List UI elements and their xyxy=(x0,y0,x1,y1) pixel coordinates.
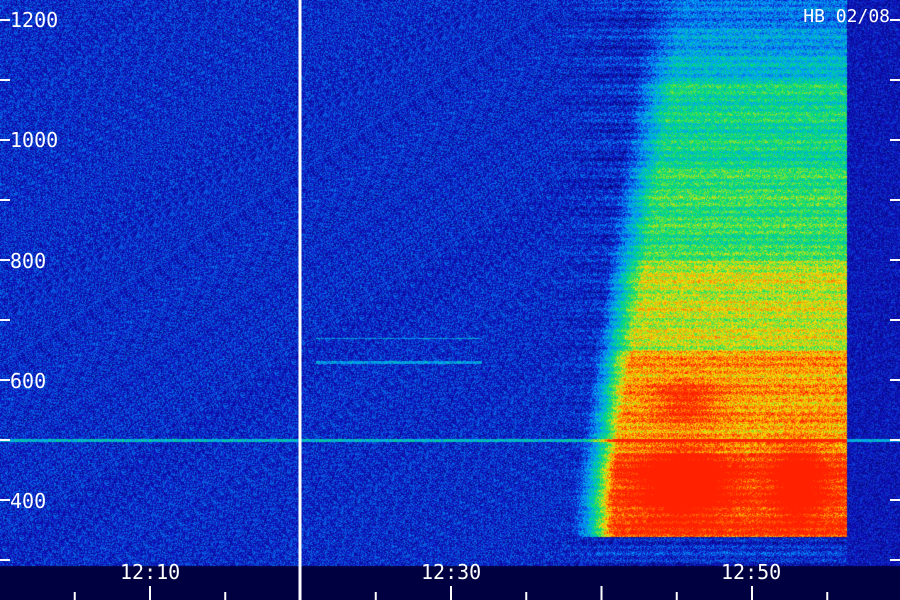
y-tick-label-400: 400 xyxy=(10,489,47,513)
x-tick-label-1250: 12:50 xyxy=(721,560,782,584)
axes-overlay xyxy=(0,0,900,600)
x-tick-label-1210: 12:10 xyxy=(120,560,181,584)
y-tick-label-1000: 1000 xyxy=(10,128,59,152)
station-date-label: HB 02/08 xyxy=(803,6,890,27)
y-tick-label-800: 800 xyxy=(10,249,47,273)
x-tick-label-1230: 12:30 xyxy=(421,560,482,584)
y-tick-label-600: 600 xyxy=(10,369,47,393)
y-tick-label-1200: 1200 xyxy=(10,8,59,32)
